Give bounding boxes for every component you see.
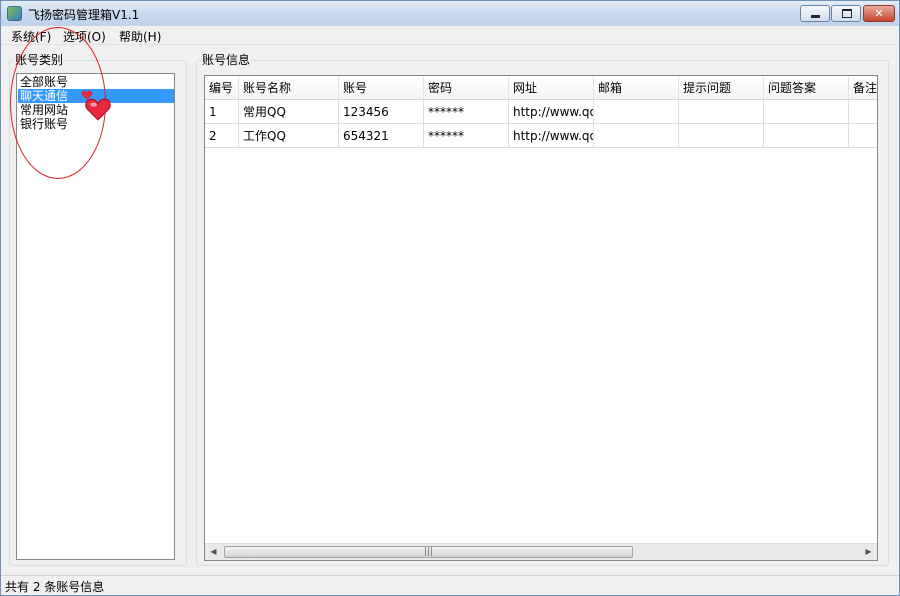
column-header[interactable]: 备注 (849, 76, 877, 100)
table-cell (679, 124, 764, 148)
category-item-websites[interactable]: 常用网站 (18, 103, 174, 117)
close-icon: ✕ (874, 7, 884, 20)
category-list[interactable]: 全部账号 聊天通信 常用网站 银行账号 (16, 73, 175, 560)
table-cell: ****** (424, 124, 509, 148)
table-cell: 工作QQ (239, 124, 339, 148)
scroll-right-icon[interactable]: ▶ (860, 544, 877, 560)
table-cell: http://www.qq (509, 124, 594, 148)
title-bar[interactable]: 飞扬密码管理箱V1.1 ✕ (1, 1, 899, 26)
maximize-button[interactable] (831, 5, 861, 22)
category-item-chat[interactable]: 聊天通信 (18, 89, 174, 103)
window-title: 飞扬密码管理箱V1.1 (28, 8, 140, 22)
column-header[interactable]: 账号 (339, 76, 424, 100)
table-row[interactable]: 2 工作QQ 654321 ****** http://www.qq (205, 124, 877, 148)
table-cell: ****** (424, 100, 509, 124)
category-group: 账号类别 全部账号 聊天通信 常用网站 银行账号 (9, 53, 187, 566)
menu-system[interactable]: 系统(F) (9, 28, 53, 45)
grip-icon: ||| (423, 547, 434, 557)
maximize-icon (842, 9, 852, 18)
close-button[interactable]: ✕ (863, 5, 895, 22)
category-item-bank[interactable]: 银行账号 (18, 117, 174, 131)
column-header[interactable]: 网址 (509, 76, 594, 100)
column-header[interactable]: 邮箱 (594, 76, 679, 100)
app-icon[interactable] (7, 6, 22, 21)
table-row[interactable]: 1 常用QQ 123456 ****** http://www.qq (205, 100, 877, 124)
table-cell (594, 100, 679, 124)
table-cell: 1 (205, 100, 239, 124)
category-group-title: 账号类别 (14, 53, 65, 67)
table-header: 编号 账号名称 账号 密码 网址 邮箱 提示问题 问题答案 备注 (205, 76, 877, 100)
table-cell (849, 124, 877, 148)
table-cell: 常用QQ (239, 100, 339, 124)
category-item-all[interactable]: 全部账号 (18, 75, 174, 89)
scroll-thumb[interactable]: ||| (224, 546, 633, 558)
table-cell (849, 100, 877, 124)
status-bar: 共有 2 条账号信息 (1, 575, 899, 595)
horizontal-scrollbar[interactable]: ◀ ||| ▶ (205, 543, 877, 560)
minimize-icon (811, 15, 820, 18)
table-cell: 123456 (339, 100, 424, 124)
status-text: 共有 2 条账号信息 (5, 580, 105, 594)
app-window: 飞扬密码管理箱V1.1 ✕ 系统(F) 选项(O) 帮助(H) 账号类别 全部账… (0, 0, 900, 596)
menu-bar: 系统(F) 选项(O) 帮助(H) (1, 26, 899, 45)
table-cell: 2 (205, 124, 239, 148)
menu-options[interactable]: 选项(O) (61, 28, 108, 45)
table-cell (764, 124, 849, 148)
column-header[interactable]: 问题答案 (764, 76, 849, 100)
column-header[interactable]: 编号 (205, 76, 239, 100)
column-header[interactable]: 密码 (424, 76, 509, 100)
scroll-left-icon[interactable]: ◀ (205, 544, 222, 560)
minimize-button[interactable] (800, 5, 830, 22)
table-cell (679, 100, 764, 124)
table-cell: 654321 (339, 124, 424, 148)
account-group: 账号信息 编号 账号名称 账号 密码 网址 邮箱 提示问题 问题答案 备注 1 … (196, 53, 889, 566)
table-cell (594, 124, 679, 148)
column-header[interactable]: 账号名称 (239, 76, 339, 100)
client-area: 账号类别 全部账号 聊天通信 常用网站 银行账号 账号信息 编号 账号名称 账号… (1, 45, 899, 575)
menu-help[interactable]: 帮助(H) (117, 28, 163, 45)
account-group-title: 账号信息 (201, 53, 252, 67)
table-cell (764, 100, 849, 124)
column-header[interactable]: 提示问题 (679, 76, 764, 100)
account-table[interactable]: 编号 账号名称 账号 密码 网址 邮箱 提示问题 问题答案 备注 1 常用QQ … (204, 75, 878, 561)
table-cell: http://www.qq (509, 100, 594, 124)
